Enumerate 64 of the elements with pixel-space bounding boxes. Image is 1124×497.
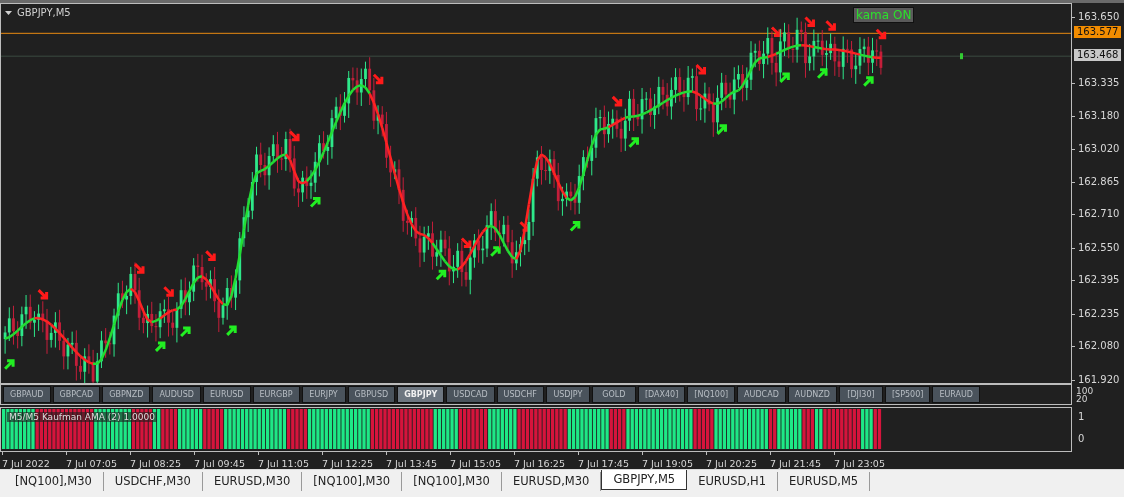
time-label: 7 Jul 15:05 bbox=[450, 458, 501, 469]
price-label: 163.020 bbox=[1078, 143, 1120, 156]
chart-tab[interactable]: EURUSD,M5 bbox=[778, 472, 871, 491]
ask-price-label: 163.468 bbox=[1074, 49, 1122, 62]
scale-label: 20 bbox=[1076, 394, 1088, 403]
chart-tab[interactable]: EURUSD,M30 bbox=[202, 472, 303, 491]
time-label: 7 Jul 2022 bbox=[2, 458, 50, 469]
symbol-button[interactable]: GBPCAD bbox=[52, 386, 101, 403]
symbol-button[interactable]: USDCHF bbox=[496, 386, 544, 403]
time-label: 7 Jul 12:25 bbox=[322, 458, 373, 469]
price-label: 162.865 bbox=[1078, 175, 1120, 188]
price-label: 162.395 bbox=[1078, 274, 1120, 287]
time-label: 7 Jul 16:25 bbox=[514, 458, 565, 469]
symbol-button[interactable]: [NQ100] bbox=[687, 386, 736, 403]
price-label: 162.235 bbox=[1078, 307, 1120, 320]
chart-tab[interactable]: EURUSD,H1 bbox=[687, 472, 778, 491]
time-label: 7 Jul 19:05 bbox=[642, 458, 693, 469]
time-label: 7 Jul 07:05 bbox=[66, 458, 117, 469]
symbol-button[interactable]: EURJPY bbox=[301, 386, 346, 403]
price-label: 163.650 bbox=[1078, 11, 1120, 23]
bid-price-label: 163.577 bbox=[1074, 26, 1122, 39]
symbol-button[interactable]: GBPJPY bbox=[397, 386, 445, 403]
time-label: 7 Jul 21:45 bbox=[770, 458, 821, 469]
dropdown-triangle-icon[interactable] bbox=[5, 11, 12, 15]
chart-tab[interactable]: USDCHF,M30 bbox=[103, 472, 203, 491]
price-label: 162.080 bbox=[1078, 340, 1120, 353]
time-label: 7 Jul 23:05 bbox=[834, 458, 885, 469]
price-label: 163.335 bbox=[1078, 77, 1120, 90]
time-label: 7 Jul 13:45 bbox=[386, 458, 437, 469]
symbol-button[interactable]: [DJI30] bbox=[838, 386, 883, 403]
symbol-button[interactable]: USDJPY bbox=[545, 386, 590, 403]
time-label: 7 Jul 09:45 bbox=[194, 458, 245, 469]
symbol-button[interactable]: EURGBP bbox=[252, 386, 300, 403]
chart-tab[interactable]: [NQ100],M30 bbox=[302, 472, 403, 491]
symbol-button[interactable]: [SP500] bbox=[884, 386, 931, 403]
indicator-badge[interactable]: kama ON bbox=[853, 7, 915, 23]
symbol-button[interactable]: GBPNZD bbox=[102, 386, 151, 403]
price-label: 162.710 bbox=[1078, 208, 1120, 221]
symbol-button[interactable]: AUDNZD bbox=[787, 386, 837, 403]
chart-tab[interactable]: [NQ100],M30 bbox=[4, 472, 104, 491]
chart-tab[interactable]: [NQ100],M30 bbox=[402, 472, 502, 491]
symbol-button[interactable]: GBPUSD bbox=[347, 386, 396, 403]
indicator-axis-label: 1 bbox=[1078, 411, 1085, 423]
chart-title: GBPJPY,M5 bbox=[17, 7, 71, 18]
symbol-button[interactable]: GBPAUD bbox=[3, 386, 51, 403]
symbol-button[interactable]: EURUSD bbox=[202, 386, 251, 403]
symbol-button[interactable]: AUDUSD bbox=[152, 386, 201, 403]
time-label: 7 Jul 11:05 bbox=[258, 458, 309, 469]
symbol-button[interactable]: [DAX40] bbox=[637, 386, 686, 403]
symbol-button[interactable]: USDCAD bbox=[446, 386, 495, 403]
price-label: 162.550 bbox=[1078, 241, 1120, 254]
symbol-button[interactable]: AUDCAD bbox=[737, 386, 786, 403]
symbol-button[interactable]: EURAUD bbox=[932, 386, 980, 403]
current-bar-icon bbox=[960, 53, 963, 60]
chart-tab[interactable]: GBPJPY,M5 bbox=[601, 470, 688, 490]
price-label: 163.180 bbox=[1078, 109, 1120, 122]
time-label: 7 Jul 20:25 bbox=[706, 458, 757, 469]
price-label: 161.920 bbox=[1078, 373, 1120, 386]
time-label: 7 Jul 08:25 bbox=[130, 458, 181, 469]
indicator-label: M5/M5 Kaufman AMA (2) 1.0000 bbox=[7, 412, 157, 422]
scale-label: 100 bbox=[1076, 386, 1095, 395]
symbol-button[interactable]: GOLD bbox=[591, 386, 636, 403]
time-label: 7 Jul 17:45 bbox=[578, 458, 629, 469]
indicator-axis-label: 0 bbox=[1078, 433, 1085, 445]
